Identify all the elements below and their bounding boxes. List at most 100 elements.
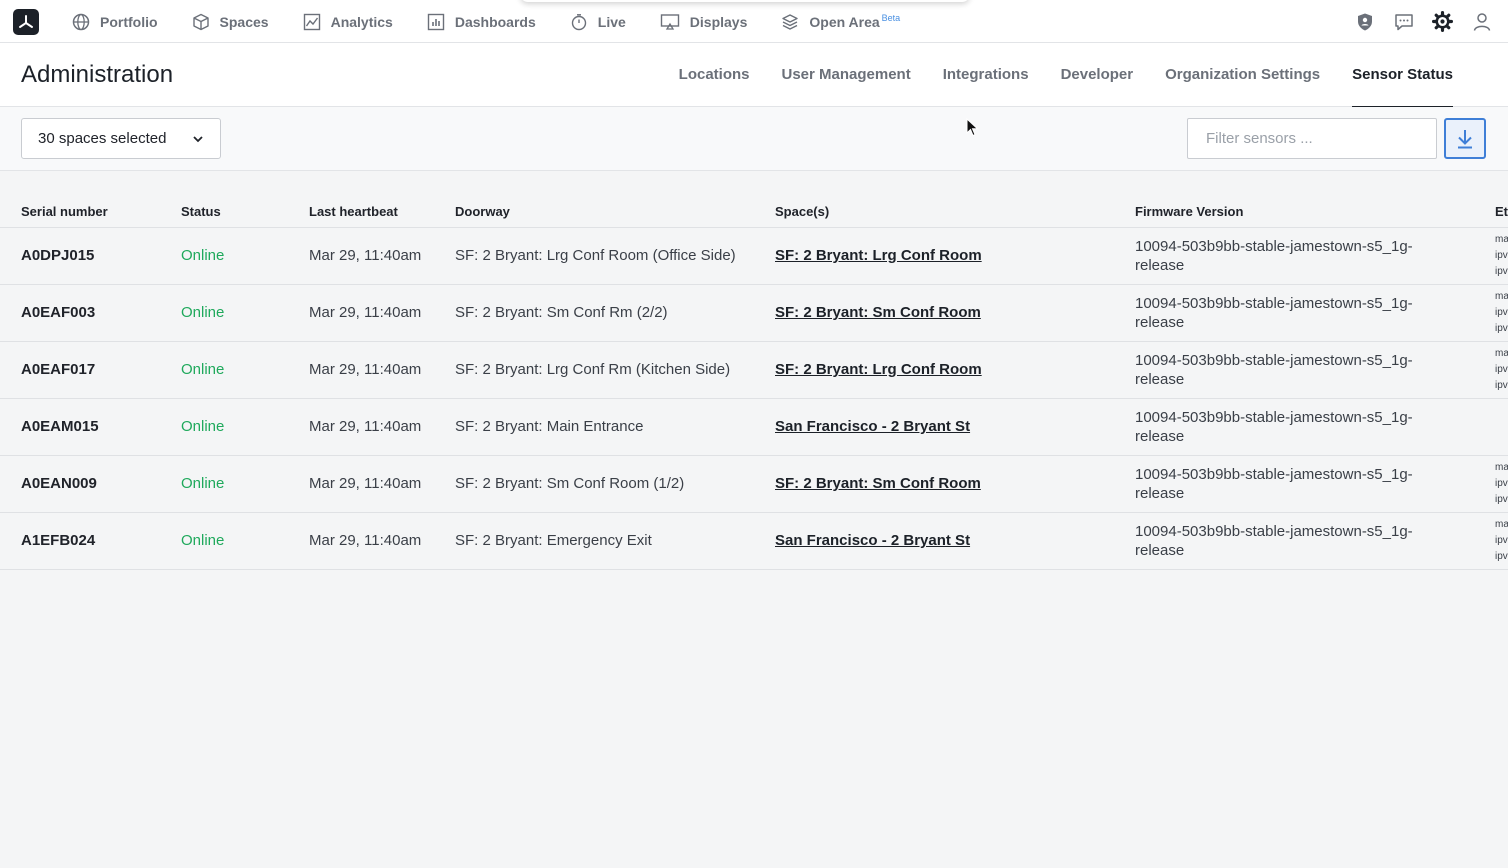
- col-serial-number[interactable]: Serial number: [21, 204, 108, 219]
- ethernet-line: ipv: [1495, 266, 1508, 277]
- status-label: Online: [181, 361, 225, 378]
- col-status[interactable]: Status: [181, 204, 221, 219]
- nav-item-live[interactable]: Live: [570, 0, 626, 43]
- last-heartbeat: Mar 29, 11:40am: [309, 361, 422, 378]
- chevron-down-icon: [193, 136, 203, 143]
- ethernet-line: ma: [1495, 234, 1508, 245]
- doorway-name: SF: 2 Bryant: Lrg Conf Rm (Kitchen Side): [455, 361, 731, 378]
- messages-button[interactable]: [1393, 11, 1414, 32]
- table-row[interactable]: A0EAM015 Online Mar 29, 11:40am SF: 2 Bryan…: [0, 399, 1508, 456]
- status-label: Online: [181, 304, 225, 321]
- space-link[interactable]: SF: 2 Bryant: Lrg Conf Room: [775, 361, 982, 378]
- status-label: Online: [181, 475, 225, 492]
- last-heartbeat: Mar 29, 11:40am: [309, 418, 422, 435]
- main-nav: Portfolio Spaces Analytics Dashboards Li…: [72, 0, 900, 43]
- tab-integrations[interactable]: Integrations: [943, 43, 1029, 107]
- nav-item-dashboards[interactable]: Dashboards: [427, 0, 536, 43]
- ethernet-info: ma ipv ipv: [1495, 460, 1508, 508]
- nav-label: Spaces: [219, 13, 269, 30]
- last-heartbeat: Mar 29, 11:40am: [309, 304, 422, 321]
- nav-item-portfolio[interactable]: Portfolio: [72, 0, 158, 43]
- col-ethernet[interactable]: Et: [1495, 204, 1508, 219]
- firmware-line: 10094-503b9bb-stable-jamestown-s5_1g-: [1135, 352, 1413, 369]
- ethernet-info: ma ipv ipv: [1495, 346, 1508, 394]
- col-firmware-version[interactable]: Firmware Version: [1135, 204, 1243, 219]
- col-doorway[interactable]: Doorway: [455, 204, 510, 219]
- table-row[interactable]: A1EFB024 Online Mar 29, 11:40am SF: 2 Bryan…: [0, 513, 1508, 570]
- firmware-line: 10094-503b9bb-stable-jamestown-s5_1g-: [1135, 466, 1413, 483]
- admin-tabs: Locations User Management Integrations D…: [647, 43, 1453, 108]
- serial-number: A1EFB024: [21, 532, 96, 549]
- space-link[interactable]: San Francisco - 2 Bryant St: [775, 418, 970, 435]
- status-label: Online: [181, 418, 225, 435]
- toolbar: 30 spaces selected: [0, 107, 1508, 171]
- tab-user-management[interactable]: User Management: [782, 43, 911, 107]
- spaces-select-label: 30 spaces selected: [38, 130, 167, 147]
- ethernet-line: ipv: [1495, 250, 1508, 261]
- ethernet-line: ma: [1495, 348, 1508, 359]
- ethernet-line: ma: [1495, 462, 1508, 473]
- firmware-version: 10094-503b9bb-stable-jamestown-s5_1g-rel…: [1135, 522, 1465, 560]
- serial-number: A0DPJ015: [21, 247, 95, 264]
- download-button[interactable]: [1444, 118, 1486, 159]
- firmware-line: 10094-503b9bb-stable-jamestown-s5_1g-: [1135, 295, 1413, 312]
- nav-right-icons: [1336, 0, 1492, 43]
- firmware-line: 10094-503b9bb-stable-jamestown-s5_1g-: [1135, 409, 1413, 426]
- doorway-name: SF: 2 Bryant: Sm Conf Rm (2/2): [455, 304, 668, 321]
- table-row[interactable]: A0EAF017 Online Mar 29, 11:40am SF: 2 Bryan…: [0, 342, 1508, 399]
- mouse-cursor-icon: [966, 118, 979, 137]
- nav-label: Analytics: [330, 13, 393, 30]
- settings-button[interactable]: [1432, 11, 1453, 32]
- logo-icon: [19, 15, 33, 28]
- firmware-line: release: [1135, 485, 1185, 502]
- nav-item-open-area[interactable]: Open Area Beta: [781, 0, 900, 43]
- status-label: Online: [181, 247, 225, 264]
- space-link[interactable]: SF: 2 Bryant: Sm Conf Room: [775, 304, 981, 321]
- security-button[interactable]: [1354, 11, 1375, 32]
- ethernet-line: ipv: [1495, 307, 1508, 318]
- last-heartbeat: Mar 29, 11:40am: [309, 247, 422, 264]
- nav-label: Dashboards: [454, 13, 536, 30]
- serial-number: A0EAF017: [21, 361, 96, 378]
- space-link[interactable]: SF: 2 Bryant: Sm Conf Room: [775, 475, 981, 492]
- doorway-name: SF: 2 Bryant: Lrg Conf Room (Office Side…: [455, 247, 736, 264]
- ethernet-line: ipv: [1495, 478, 1508, 489]
- gear-icon: [1432, 11, 1453, 32]
- spaces-select-dropdown[interactable]: 30 spaces selected: [21, 118, 221, 159]
- ethernet-line: ma: [1495, 291, 1508, 302]
- table-row[interactable]: A0EAN009 Online Mar 29, 11:40am SF: 2 Bryan…: [0, 456, 1508, 513]
- tab-developer[interactable]: Developer: [1061, 43, 1134, 107]
- chat-icon: [1394, 13, 1413, 30]
- table-row[interactable]: A0EAF003 Online Mar 29, 11:40am SF: 2 Bryan…: [0, 285, 1508, 342]
- last-heartbeat: Mar 29, 11:40am: [309, 532, 422, 549]
- nav-item-displays[interactable]: Displays: [660, 0, 747, 43]
- col-last-heartbeat[interactable]: Last heartbeat: [309, 204, 398, 219]
- cube-icon: [192, 13, 209, 30]
- firmware-line: 10094-503b9bb-stable-jamestown-s5_1g-: [1135, 238, 1413, 255]
- col-spaces[interactable]: Space(s): [775, 204, 829, 219]
- space-link[interactable]: SF: 2 Bryant: Lrg Conf Room: [775, 247, 982, 264]
- ethernet-line: ipv: [1495, 323, 1508, 334]
- nav-item-analytics[interactable]: Analytics: [303, 0, 393, 43]
- app-logo[interactable]: [13, 9, 39, 35]
- filter-sensors-input[interactable]: [1187, 118, 1437, 159]
- firmware-version: 10094-503b9bb-stable-jamestown-s5_1g-rel…: [1135, 294, 1465, 332]
- doorway-name: SF: 2 Bryant: Main Entrance: [455, 418, 644, 435]
- shield-icon: [1357, 13, 1372, 30]
- nav-label: Open Area: [809, 13, 880, 30]
- tab-sensor-status[interactable]: Sensor Status: [1352, 43, 1453, 108]
- tab-locations[interactable]: Locations: [679, 43, 750, 107]
- table-row[interactable]: A0DPJ015 Online Mar 29, 11:40am SF: 2 Bryan…: [0, 228, 1508, 285]
- account-button[interactable]: [1471, 11, 1492, 32]
- nav-item-spaces[interactable]: Spaces: [192, 0, 269, 43]
- top-nav: Portfolio Spaces Analytics Dashboards Li…: [0, 0, 1508, 43]
- firmware-version: 10094-503b9bb-stable-jamestown-s5_1g-rel…: [1135, 351, 1465, 389]
- space-link[interactable]: San Francisco - 2 Bryant St: [775, 532, 970, 549]
- monitor-icon: [660, 13, 679, 30]
- download-icon: [1458, 129, 1472, 148]
- status-label: Online: [181, 532, 225, 549]
- table-header: Serial number Status Last heartbeat Door…: [0, 201, 1508, 228]
- tab-organization-settings[interactable]: Organization Settings: [1165, 43, 1320, 107]
- firmware-version: 10094-503b9bb-stable-jamestown-s5_1g-rel…: [1135, 237, 1465, 275]
- firmware-line: 10094-503b9bb-stable-jamestown-s5_1g-: [1135, 523, 1413, 540]
